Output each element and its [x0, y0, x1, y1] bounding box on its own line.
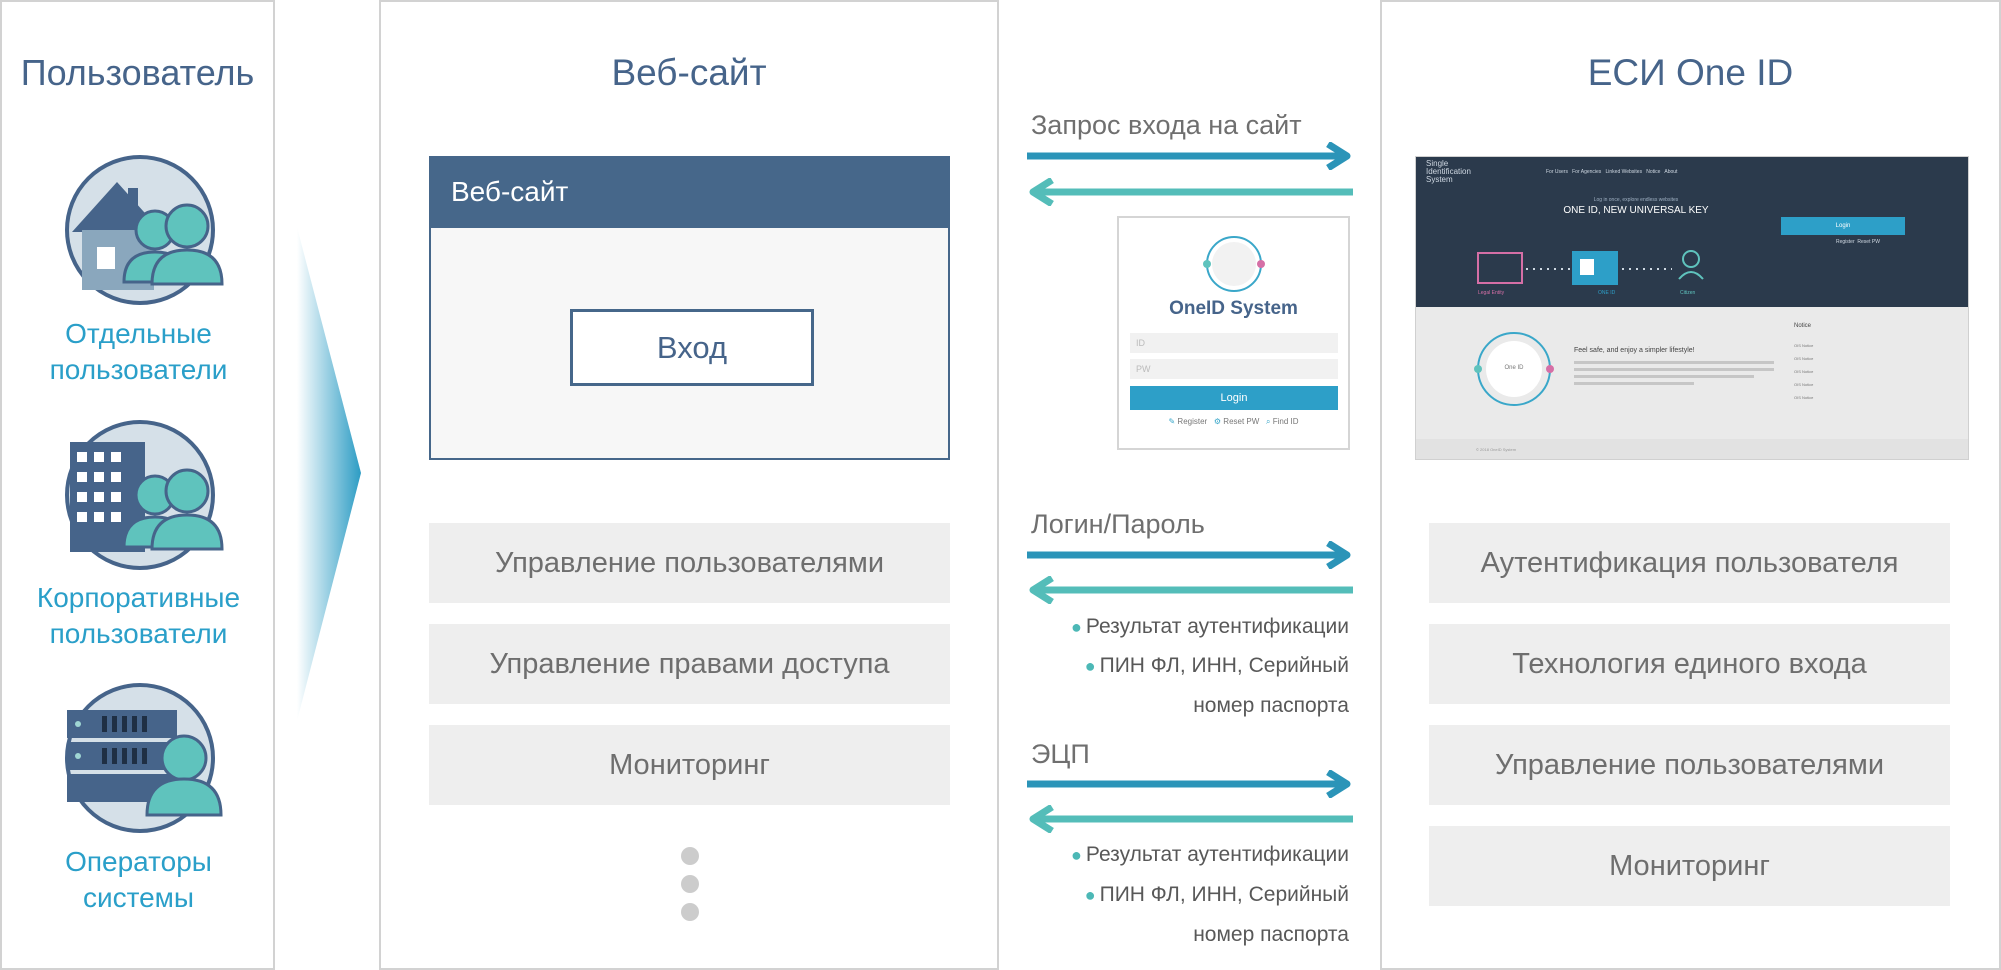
screenshot-footer: © 2018 OneID System — [1416, 439, 1968, 459]
arrow-left-icon — [1029, 576, 1353, 604]
search-icon: ⌕ — [1265, 417, 1271, 426]
website-feature-monitoring: Мониторинг — [429, 725, 950, 805]
user-panel: Пользователь Отдельные пользователи Корп… — [0, 0, 275, 970]
screenshot-login-button[interactable]: Login — [1781, 217, 1905, 235]
website-window-header: Веб-сайт — [431, 158, 948, 228]
result-line-1: ● Результат аутентификации — [1071, 615, 1349, 638]
oneid-panel-title: ЕСИ One ID — [1587, 52, 1794, 93]
find-id-link[interactable]: Find ID — [1273, 417, 1299, 426]
oneid-login-widget: OneID System ID PW Login ✎ Register ⚙ Re… — [1117, 216, 1350, 450]
oneid-logo-icon — [1203, 236, 1265, 292]
id-field[interactable]: ID — [1130, 333, 1338, 353]
screenshot-circle-label: One ID — [1504, 365, 1524, 371]
screenshot-notice-title: Notice — [1794, 323, 1812, 329]
login-password-label: Логин/Пароль — [1031, 509, 1205, 539]
result-line-5: ● ПИН ФЛ, ИНН, Серийный — [1084, 883, 1349, 906]
digital-signature-label: ЭЦП — [1031, 739, 1090, 769]
arrow-left-icon — [1029, 178, 1353, 206]
gear-icon: ⚙ — [1213, 417, 1222, 426]
website-feature-access-rights: Управление правами доступа — [429, 624, 950, 704]
pencil-icon: ✎ — [1168, 417, 1176, 426]
node-one-id: ONE ID — [1598, 290, 1616, 296]
arrow-right-icon — [1027, 541, 1351, 569]
screenshot-tagline: Log in once, explore endless websites — [1593, 197, 1679, 203]
nav-item[interactable]: About — [1664, 169, 1677, 175]
nav-item[interactable]: For Users — [1546, 169, 1568, 175]
website-panel: Веб-сайт Веб-сайт Вход Управление пользо… — [379, 0, 999, 970]
server-operator-icon — [65, 683, 223, 833]
arrow-left-icon — [1029, 805, 1353, 833]
building-users-icon — [65, 420, 224, 570]
oneid-widget-title: OneID System — [1169, 298, 1298, 319]
widget-login-button[interactable]: Login — [1130, 386, 1338, 410]
website-feature-user-management: Управление пользователями — [429, 523, 950, 603]
result-line-4: ● Результат аутентификации — [1071, 843, 1349, 866]
node-citizen: Citizen — [1680, 290, 1696, 296]
screenshot-brand: Single Identification System — [1426, 159, 1471, 184]
nav-item[interactable]: For Agencies — [1572, 169, 1601, 175]
website-panel-title: Веб-сайт — [611, 52, 767, 93]
individual-users-label: Отдельные пользователи — [49, 318, 228, 385]
node-legal-entity: Legal Entity — [1478, 290, 1505, 296]
corporate-users-label: Корпоративные пользователи — [36, 582, 241, 649]
house-users-icon — [65, 155, 224, 305]
oneid-feature-authentication: Аутентификация пользователя — [1429, 523, 1950, 603]
arrow-right-icon — [1027, 770, 1351, 798]
nav-item[interactable]: Notice — [1646, 169, 1660, 175]
oneid-feature-sso: Технология единого входа — [1429, 624, 1950, 704]
site-request-label: Запрос входа на сайт — [1031, 110, 1302, 140]
oneid-feature-monitoring: Мониторинг — [1429, 826, 1950, 906]
screenshot-register: Register Reset PW — [1836, 239, 1880, 245]
flow-chevron-icon — [297, 227, 361, 721]
screenshot-headline: ONE ID, NEW UNIVERSAL KEY — [1563, 205, 1709, 216]
result-line-6: номер паспорта — [1193, 923, 1349, 946]
screenshot-promo-title: Feel safe, and enjoy a simpler lifestyle… — [1574, 347, 1695, 354]
oneid-site-screenshot: Single Identification System For Users F… — [1415, 156, 1969, 460]
user-panel-title: Пользователь — [20, 52, 255, 93]
pw-field[interactable]: PW — [1130, 359, 1338, 379]
arrow-right-icon — [1027, 142, 1351, 170]
website-window-title: Веб-сайт — [451, 176, 569, 207]
login-button[interactable]: Вход — [570, 309, 814, 386]
oneid-feature-user-management: Управление пользователями — [1429, 725, 1950, 805]
widget-links: ✎ Register ⚙ Reset PW ⌕ Find ID — [1119, 417, 1348, 427]
system-operators-label: Операторы системы — [65, 846, 212, 913]
nav-item[interactable]: Linked Websites — [1605, 169, 1642, 175]
screenshot-nav: For Users For Agencies Linked Websites N… — [1546, 169, 1677, 175]
screenshot-promo-text — [1574, 361, 1774, 385]
screenshot-notice-list: OIS Notice OIS Notice OIS Notice OIS Not… — [1794, 343, 1814, 400]
screenshot-hero: Single Identification System For Users F… — [1416, 157, 1968, 307]
reset-pw-link[interactable]: Reset PW — [1223, 417, 1259, 426]
result-line-3: номер паспорта — [1193, 694, 1349, 717]
website-window: Веб-сайт Вход — [429, 156, 950, 460]
register-link[interactable]: Register — [1177, 417, 1207, 426]
oneid-panel: ЕСИ One ID Single Identification System … — [1380, 0, 2001, 970]
result-line-2: ● ПИН ФЛ, ИНН, Серийный — [1084, 654, 1349, 677]
more-dots — [681, 847, 701, 927]
